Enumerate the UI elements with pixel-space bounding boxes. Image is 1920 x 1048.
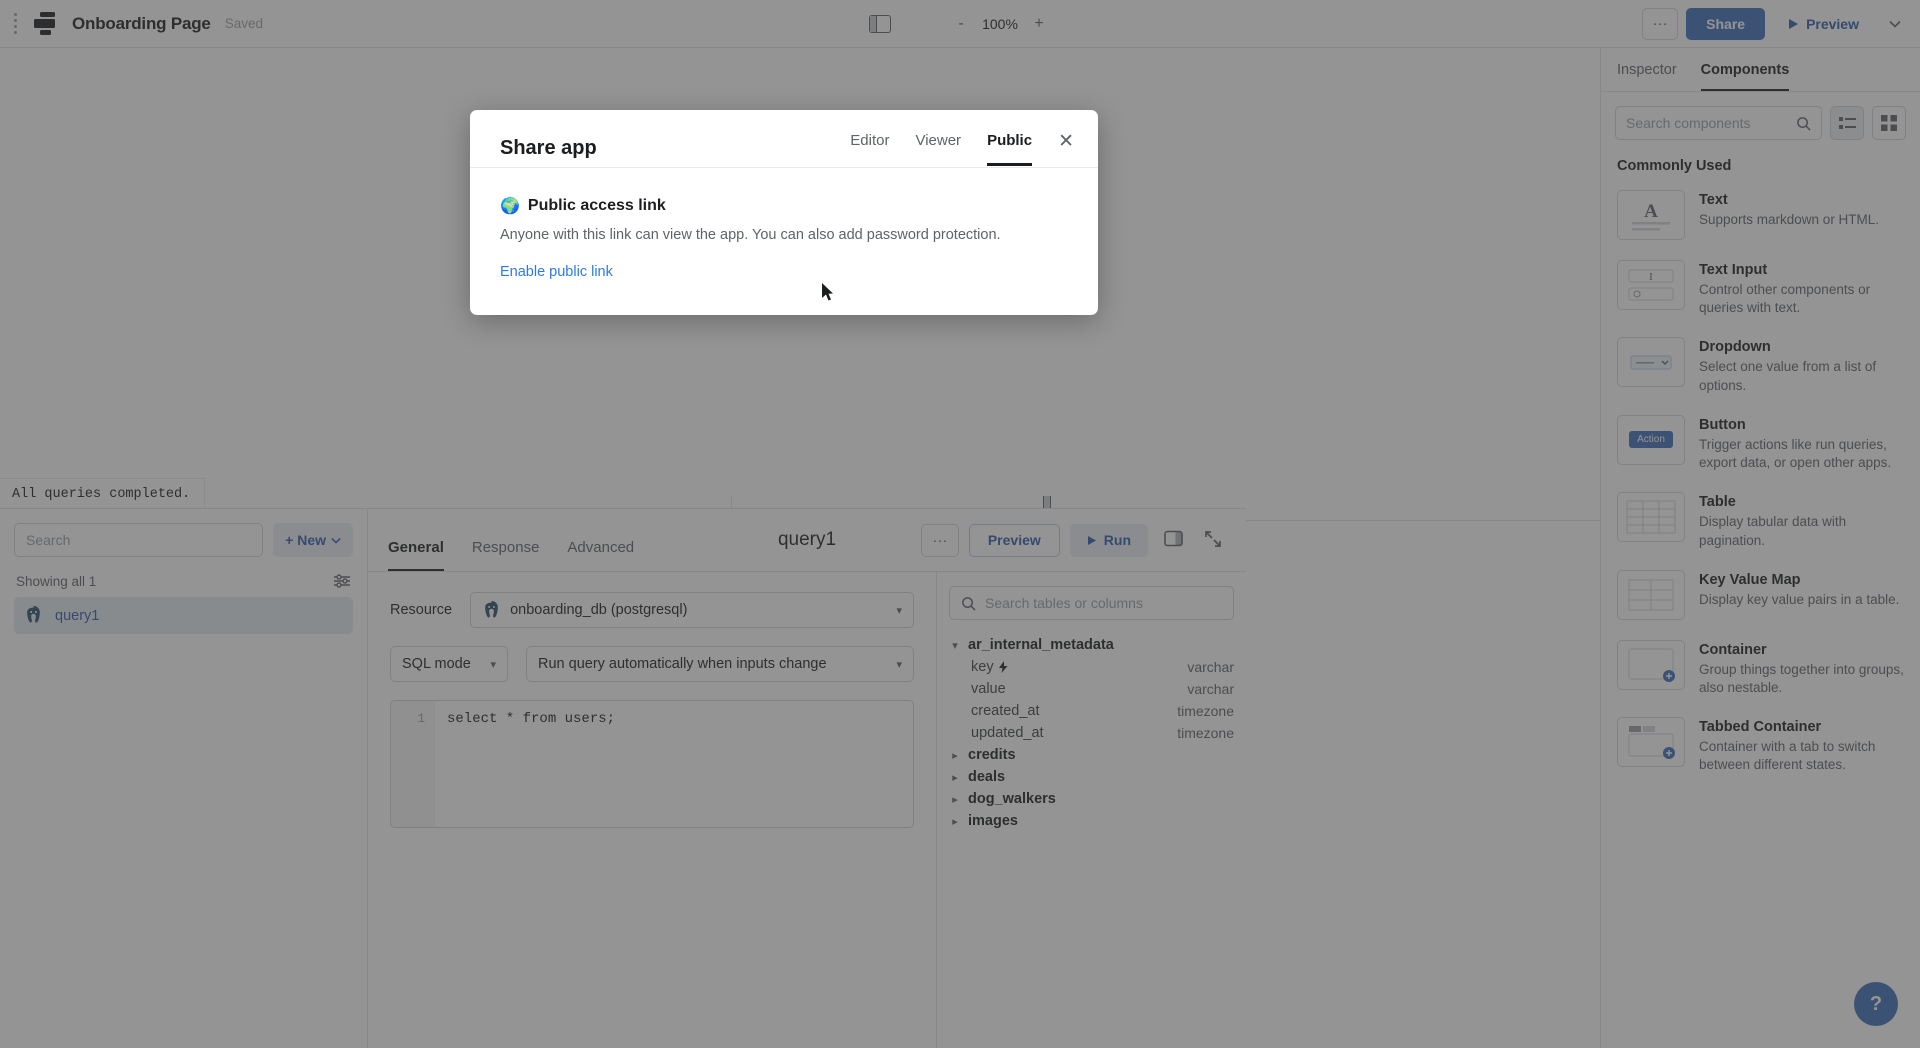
- tab-editor[interactable]: Editor: [850, 132, 889, 166]
- modal-header: Share app Editor Viewer Public ✕: [470, 110, 1098, 168]
- globe-icon: 🌍: [500, 198, 520, 215]
- enable-public-link-button[interactable]: Enable public link: [500, 264, 613, 280]
- share-app-modal: Share app Editor Viewer Public ✕ 🌍 Publi…: [470, 110, 1098, 315]
- modal-title: Share app: [500, 137, 597, 159]
- public-access-heading-label: Public access link: [527, 197, 666, 214]
- public-access-heading: 🌍 Public access link: [500, 196, 1068, 216]
- mouse-cursor: [822, 283, 833, 301]
- tab-viewer[interactable]: Viewer: [915, 132, 961, 166]
- modal-tabs: Editor Viewer Public: [850, 132, 1033, 166]
- tab-public[interactable]: Public: [987, 132, 1033, 166]
- public-access-description: Anyone with this link can view the app. …: [500, 227, 1001, 243]
- app-root: Onboarding Page Saved - 100% + ··· Share…: [0, 0, 1920, 1048]
- close-icon[interactable]: ✕: [1058, 130, 1074, 167]
- modal-body: 🌍 Public access link Anyone with this li…: [470, 168, 1098, 315]
